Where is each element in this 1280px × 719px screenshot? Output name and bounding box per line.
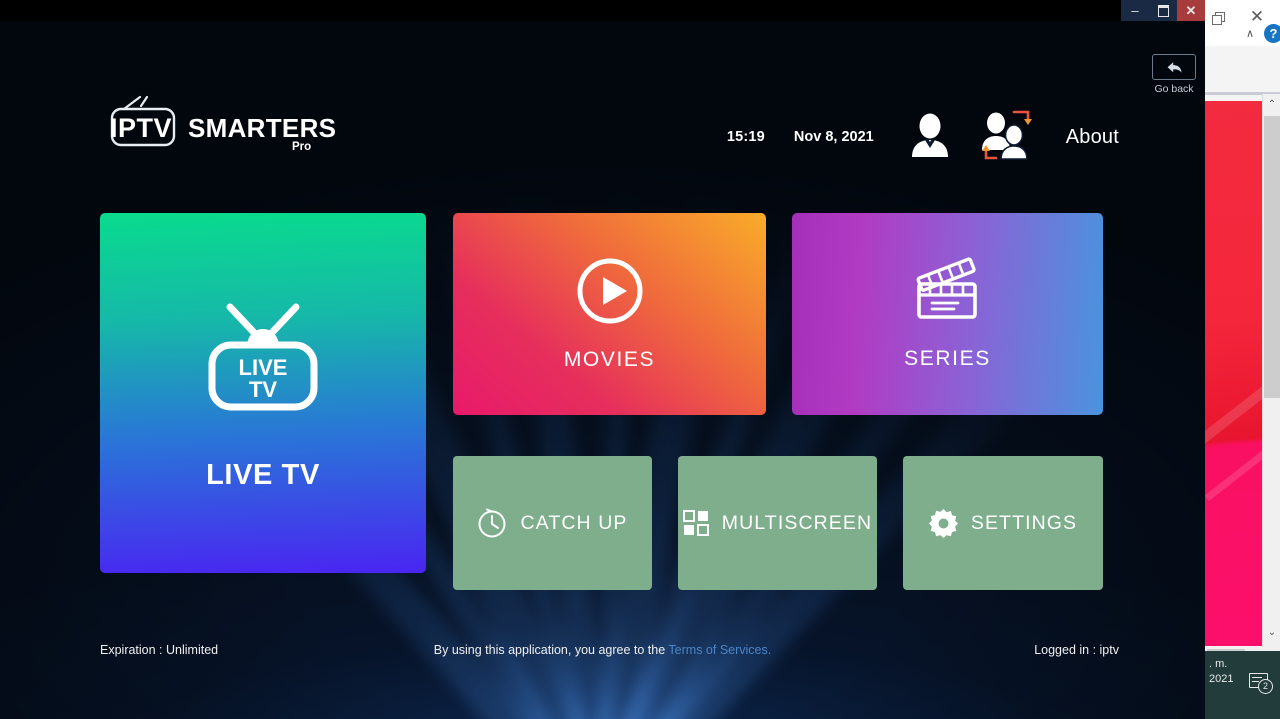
- image-canvas: [1205, 101, 1262, 646]
- chevron-up-icon[interactable]: ∧: [1243, 28, 1257, 40]
- series-card[interactable]: SERIES: [792, 213, 1103, 415]
- screen-root: ✕ ∧ ? ⌃ ⌄ › +: [0, 0, 1280, 719]
- background-window-body: ⌃ ⌄ › +: [1205, 46, 1280, 698]
- background-window: ✕ ∧ ? ⌃ ⌄ › +: [1205, 0, 1280, 719]
- play-circle-icon: [577, 258, 642, 324]
- close-icon[interactable]: ✕: [1249, 8, 1265, 25]
- scroll-down-icon[interactable]: ⌄: [1263, 624, 1280, 642]
- app-logo: IPTV SMARTERS Pro: [100, 91, 350, 153]
- about-button[interactable]: About: [1066, 126, 1119, 149]
- multiscreen-label: MULTISCREEN: [721, 511, 873, 534]
- live-tv-label: LIVE TV: [206, 458, 320, 491]
- catch-up-card[interactable]: CATCH UP: [453, 456, 652, 590]
- maximize-restore-button[interactable]: [1149, 0, 1177, 21]
- app-body: Go back IPTV SMARTERS Pro 15:19 Nov 8, 2…: [0, 21, 1205, 719]
- multiscreen-card[interactable]: MULTISCREEN: [678, 456, 877, 590]
- catch-up-label: CATCH UP: [520, 511, 628, 534]
- close-button[interactable]: ✕: [1177, 0, 1205, 21]
- clock-date: Nov 8, 2021: [793, 129, 874, 145]
- scrollbar-thumb[interactable]: [1264, 116, 1280, 398]
- back-arrow-icon: [1167, 61, 1182, 73]
- svg-text:SMARTERS: SMARTERS: [188, 113, 336, 143]
- movies-card[interactable]: MOVIES: [453, 213, 766, 415]
- svg-text:IPTV: IPTV: [110, 113, 172, 143]
- user-avatar-icon[interactable]: [906, 111, 954, 164]
- app-titlebar: – ✕: [0, 0, 1205, 21]
- help-icon[interactable]: ?: [1264, 24, 1280, 43]
- series-label: SERIES: [904, 347, 991, 370]
- clock-icon: [478, 508, 506, 538]
- main-menu-grid: LIVE TV LIVE TV MOVIES SERIES CATCH UP M…: [100, 213, 1103, 590]
- scroll-up-icon[interactable]: ⌃: [1263, 96, 1280, 114]
- notification-badge: 2: [1258, 679, 1273, 694]
- vertical-scrollbar[interactable]: ⌃ ⌄: [1262, 94, 1280, 647]
- header-right: 15:19 Nov 8, 2021 About: [726, 110, 1119, 164]
- taskbar: . m. 2021 2: [1205, 651, 1280, 719]
- go-back-label: Go back: [1154, 83, 1194, 95]
- window-controls: – ✕: [1121, 0, 1205, 21]
- clapperboard-icon: [916, 257, 977, 319]
- restore-icon[interactable]: [1212, 12, 1225, 25]
- taskbar-clock-line2: 2021: [1209, 673, 1234, 685]
- terms-of-services-link[interactable]: Terms of Services.: [668, 643, 771, 657]
- settings-card[interactable]: SETTINGS: [903, 456, 1103, 590]
- iptv-app-window: – ✕ Go back IPTV SMARTERS Pro 15:19 Nov …: [0, 0, 1205, 719]
- minimize-button[interactable]: –: [1121, 0, 1149, 21]
- movies-label: MOVIES: [563, 348, 656, 371]
- svg-text:Pro: Pro: [292, 141, 311, 153]
- image-streak: [1205, 365, 1262, 447]
- settings-label: SETTINGS: [970, 511, 1078, 534]
- go-back-button[interactable]: Go back: [1152, 54, 1196, 95]
- terms-text: By using this application, you agree to …: [0, 643, 1205, 657]
- switch-user-icon[interactable]: [978, 109, 1034, 166]
- live-tv-card[interactable]: LIVE TV LIVE TV: [100, 213, 426, 573]
- tv-icon: LIVE TV: [208, 303, 318, 410]
- grid-icon: [682, 510, 709, 536]
- notification-icon[interactable]: 2: [1249, 673, 1273, 694]
- footer: Expiration : Unlimited By using this app…: [0, 643, 1205, 663]
- go-back-box[interactable]: [1152, 54, 1196, 80]
- svg-text:TV: TV: [249, 377, 277, 402]
- gear-icon: [928, 508, 958, 538]
- background-window-titlebar: ✕ ∧ ?: [1205, 0, 1280, 46]
- image-streak: [1205, 427, 1262, 502]
- restore-icon: [1157, 4, 1169, 17]
- clock-time: 15:19: [726, 129, 765, 145]
- taskbar-clock-line1: . m.: [1209, 658, 1228, 670]
- terms-prefix: By using this application, you agree to …: [433, 643, 669, 657]
- logged-in-text: Logged in : iptv: [1034, 643, 1119, 657]
